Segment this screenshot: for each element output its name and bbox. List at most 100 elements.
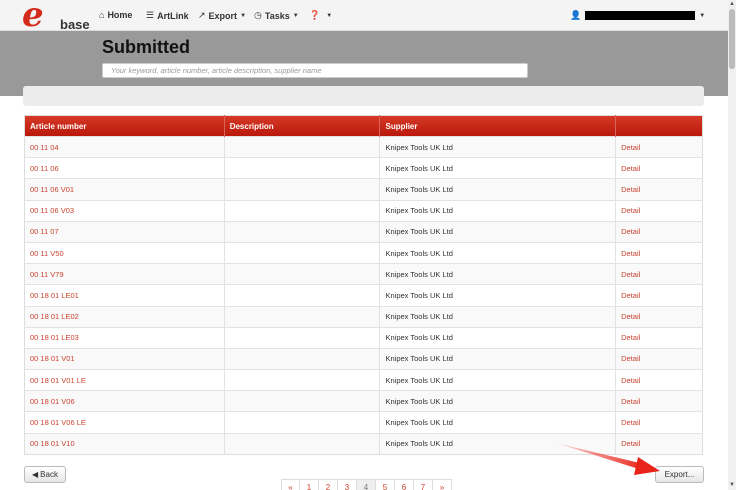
pager-page[interactable]: 7 bbox=[414, 479, 433, 490]
supplier-cell: Knipex Tools UK Ltd bbox=[379, 369, 617, 391]
article-number-link[interactable]: 00 11 06 bbox=[24, 157, 225, 179]
article-number-link[interactable]: 00 11 04 bbox=[24, 135, 225, 158]
column-header-article-number[interactable]: Article number bbox=[24, 115, 225, 137]
ezbase-logo[interactable]: e base bbox=[22, 0, 90, 40]
nav-export[interactable]: ↗ Export ▼ bbox=[198, 10, 246, 21]
chevron-down-icon: ▼ bbox=[326, 12, 333, 19]
supplier-cell: Knipex Tools UK Ltd bbox=[379, 220, 617, 243]
table-row: 00 18 01 V10 Knipex Tools UK Ltd Detail bbox=[24, 432, 703, 455]
article-number-link[interactable]: 00 18 01 V01 bbox=[24, 347, 225, 370]
table-body: 00 11 04 Knipex Tools UK Ltd Detail 00 11 0… bbox=[24, 135, 703, 455]
article-number-link[interactable]: 00 11 V50 bbox=[24, 241, 225, 264]
logo-text: base bbox=[60, 17, 90, 32]
arrow-left-icon: ◀ bbox=[32, 470, 39, 479]
article-number-link[interactable]: 00 18 01 LE03 bbox=[24, 326, 225, 349]
article-number-link[interactable]: 00 18 01 V10 bbox=[24, 432, 225, 455]
pager-prev[interactable]: « bbox=[281, 479, 300, 490]
supplier-cell: Knipex Tools UK Ltd bbox=[379, 178, 617, 201]
detail-link[interactable]: Detail bbox=[615, 135, 703, 158]
description-cell bbox=[224, 199, 381, 222]
detail-link[interactable]: Detail bbox=[615, 241, 703, 264]
supplier-cell: Knipex Tools UK Ltd bbox=[379, 157, 617, 179]
nav-home-label: Home bbox=[107, 10, 133, 20]
pager-page[interactable]: 6 bbox=[395, 479, 414, 490]
detail-link[interactable]: Detail bbox=[615, 157, 703, 179]
table-row: 00 11 V79 Knipex Tools UK Ltd Detail bbox=[24, 263, 703, 285]
table-row: 00 11 06 Knipex Tools UK Ltd Detail bbox=[24, 157, 703, 179]
user-icon: 👤 bbox=[570, 10, 582, 20]
scroll-thumb[interactable] bbox=[729, 9, 735, 69]
nav-artlink[interactable]: ☰ ArtLink bbox=[146, 10, 189, 21]
description-cell bbox=[224, 284, 381, 306]
article-number-link[interactable]: 00 18 01 LE02 bbox=[24, 305, 225, 328]
nav-tasks[interactable]: ◷ Tasks ▼ bbox=[254, 10, 299, 21]
search-input[interactable] bbox=[102, 63, 528, 78]
detail-link[interactable]: Detail bbox=[615, 284, 703, 306]
column-header-supplier[interactable]: Supplier bbox=[379, 115, 617, 137]
export-button-label: Export... bbox=[664, 470, 695, 479]
article-number-link[interactable]: 00 18 01 V06 bbox=[24, 390, 225, 412]
chevron-down-icon: ▼ bbox=[292, 12, 299, 19]
article-number-link[interactable]: 00 11 V79 bbox=[24, 263, 225, 285]
supplier-cell: Knipex Tools UK Ltd bbox=[379, 135, 617, 158]
nav-artlink-label: ArtLink bbox=[157, 10, 189, 21]
detail-link[interactable]: Detail bbox=[615, 263, 703, 285]
export-button[interactable]: Export... bbox=[655, 466, 704, 483]
detail-link[interactable]: Detail bbox=[615, 347, 703, 370]
pager-page[interactable]: 1 bbox=[300, 479, 319, 490]
table-row: 00 18 01 V06 Knipex Tools UK Ltd Detail bbox=[24, 390, 703, 412]
column-header-actions bbox=[616, 116, 703, 137]
detail-link[interactable]: Detail bbox=[615, 369, 703, 391]
article-number-link[interactable]: 00 11 06 V01 bbox=[24, 178, 225, 201]
supplier-cell: Knipex Tools UK Ltd bbox=[379, 305, 617, 328]
table-row: 00 11 V50 Knipex Tools UK Ltd Detail bbox=[24, 241, 703, 264]
detail-link[interactable]: Detail bbox=[615, 411, 703, 434]
article-number-link[interactable]: 00 18 01 V01 LE bbox=[24, 369, 225, 391]
export-icon: ↗ bbox=[198, 10, 206, 20]
table-row: 00 18 01 LE03 Knipex Tools UK Ltd Detail bbox=[24, 326, 703, 349]
nav-help[interactable]: ❓ ▼ bbox=[309, 10, 332, 21]
description-cell bbox=[224, 220, 381, 243]
supplier-cell: Knipex Tools UK Ltd bbox=[379, 284, 617, 306]
description-cell bbox=[224, 157, 381, 179]
article-number-link[interactable]: 00 18 01 LE01 bbox=[24, 284, 225, 306]
detail-link[interactable]: Detail bbox=[615, 432, 703, 455]
pager-next[interactable]: » bbox=[433, 479, 452, 490]
description-cell bbox=[224, 369, 381, 391]
back-button[interactable]: ◀ Back bbox=[24, 466, 66, 483]
user-menu[interactable]: 👤 ▼ bbox=[570, 10, 705, 21]
scroll-down-icon[interactable]: ▼ bbox=[728, 481, 736, 490]
chevron-down-icon: ▼ bbox=[240, 12, 247, 19]
scroll-up-icon[interactable]: ▲ bbox=[728, 0, 736, 9]
description-cell bbox=[224, 178, 381, 201]
table-row: 00 18 01 LE01 Knipex Tools UK Ltd Detail bbox=[24, 284, 703, 306]
description-cell bbox=[224, 411, 381, 434]
logo-mark: e bbox=[22, 0, 44, 35]
column-header-description[interactable]: Description bbox=[224, 115, 381, 137]
detail-link[interactable]: Detail bbox=[615, 390, 703, 412]
article-number-link[interactable]: 00 11 06 V03 bbox=[24, 199, 225, 222]
page-title: Submitted bbox=[102, 37, 190, 57]
description-cell bbox=[224, 390, 381, 412]
article-number-link[interactable]: 00 11 07 bbox=[24, 220, 225, 243]
clock-icon: ◷ bbox=[254, 10, 262, 20]
page-scrollbar[interactable]: ▲ ▼ bbox=[728, 0, 736, 490]
description-cell bbox=[224, 263, 381, 285]
table-row: 00 11 06 V01 Knipex Tools UK Ltd Detail bbox=[24, 178, 703, 201]
pager-page[interactable]: 3 bbox=[338, 479, 357, 490]
detail-link[interactable]: Detail bbox=[615, 220, 703, 243]
description-cell bbox=[224, 432, 381, 455]
article-number-link[interactable]: 00 18 01 V06 LE bbox=[24, 411, 225, 434]
pager-page[interactable]: 5 bbox=[376, 479, 395, 490]
pager-page[interactable]: 4 bbox=[357, 479, 376, 490]
pager-page[interactable]: 2 bbox=[319, 479, 338, 490]
detail-link[interactable]: Detail bbox=[615, 326, 703, 349]
detail-link[interactable]: Detail bbox=[615, 178, 703, 201]
pagination: «1 2 3 4 5 6 7» bbox=[281, 479, 452, 490]
detail-link[interactable]: Detail bbox=[615, 199, 703, 222]
detail-link[interactable]: Detail bbox=[615, 305, 703, 328]
description-cell bbox=[224, 305, 381, 328]
supplier-cell: Knipex Tools UK Ltd bbox=[379, 432, 617, 455]
nav-home[interactable]: ⌂ Home bbox=[99, 10, 132, 20]
table-row: 00 18 01 V06 LE Knipex Tools UK Ltd Detail bbox=[24, 411, 703, 434]
